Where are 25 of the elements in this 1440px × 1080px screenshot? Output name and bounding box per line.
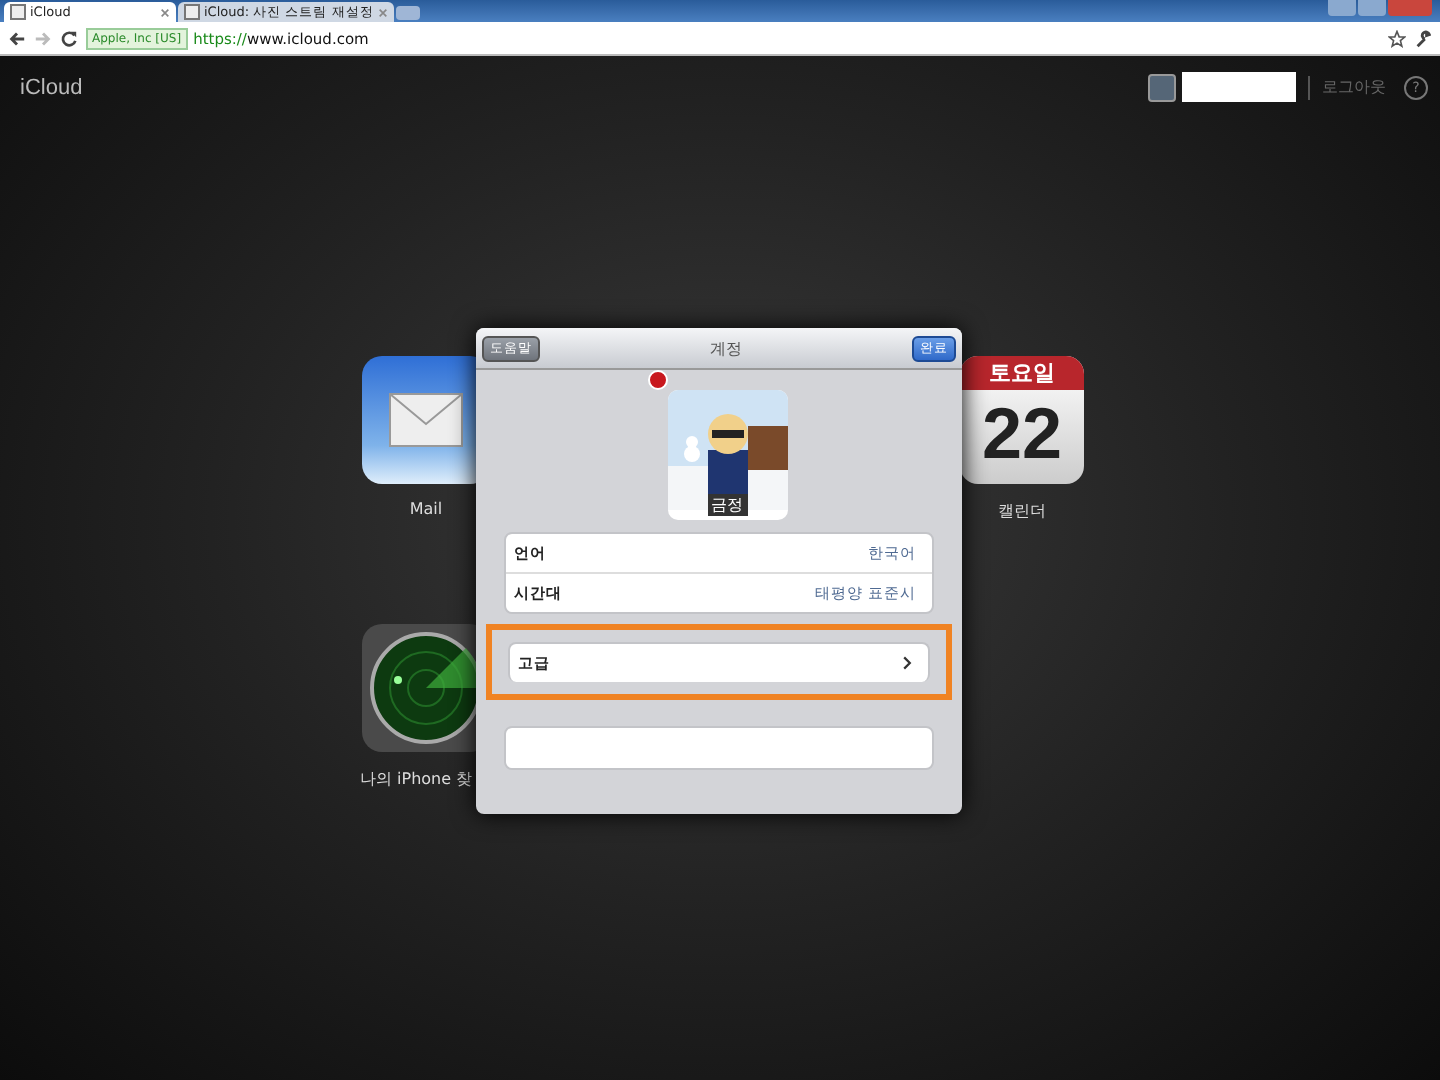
close-icon[interactable]: [160, 7, 170, 17]
avatar-caption: 금정: [707, 494, 747, 516]
calendar-app-icon[interactable]: 토요일 22: [960, 356, 1084, 484]
user-avatar-icon: [1148, 73, 1176, 101]
new-tab-button[interactable]: [395, 6, 420, 20]
date-number: 22: [981, 390, 1063, 478]
page-icon: [184, 4, 200, 20]
user-name-field: [1182, 72, 1296, 102]
back-arrow-icon[interactable]: [8, 29, 26, 47]
close-icon[interactable]: [377, 7, 388, 17]
input-field[interactable]: [504, 726, 934, 770]
dialog-title: 계정: [710, 337, 742, 359]
forward-arrow-icon[interactable]: [34, 29, 52, 47]
chevron-right-icon: [902, 656, 912, 670]
app-label: Mail: [409, 500, 443, 518]
reload-icon[interactable]: [60, 29, 78, 47]
icloud-logo: iCloud: [20, 75, 83, 99]
avatar-picture[interactable]: 금정: [667, 390, 787, 520]
cartoon-figure-drawing: [667, 390, 787, 510]
remove-icon[interactable]: [647, 370, 667, 390]
page-icon: [10, 4, 26, 20]
app-label: 캘린더: [998, 500, 1046, 522]
star-icon[interactable]: [1388, 29, 1406, 47]
weekday-text: 토요일: [960, 356, 1084, 390]
app-label: 나의 iPhone 찾: [360, 768, 473, 790]
